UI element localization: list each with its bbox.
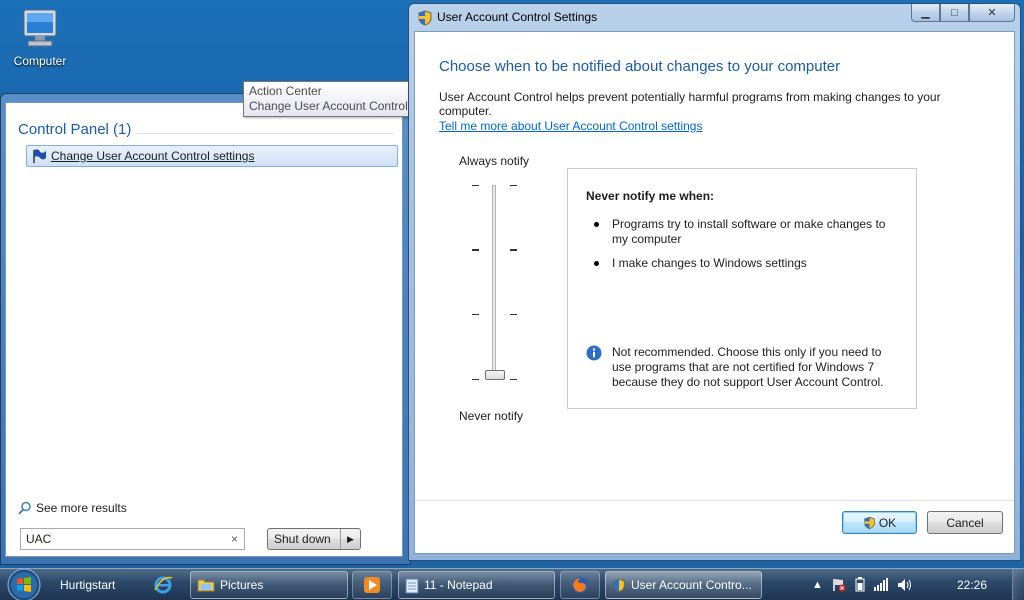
search-result-label: Change User Account Control settings	[51, 149, 255, 163]
start-menu: Control Panel (1) Change User Account Co…	[0, 93, 411, 565]
taskbar-clock[interactable]: 22:26	[957, 578, 987, 592]
shutdown-label: Shut down	[274, 532, 331, 546]
taskbar-item-label: Pictures	[220, 578, 264, 592]
slider-bottom-label: Never notify	[459, 409, 524, 423]
slider-tick-right	[510, 314, 517, 315]
group-header-divider	[136, 133, 394, 134]
flag-icon	[33, 149, 46, 163]
notepad-icon	[405, 578, 419, 593]
uac-settings-window: User Account Control Settings ▁ □ ✕ Choo…	[408, 3, 1021, 561]
list-item: Programs try to install software or make…	[592, 217, 892, 247]
notification-area: ▲	[812, 577, 913, 592]
volume-icon[interactable]	[897, 578, 913, 592]
start-menu-results-pane: Control Panel (1) Change User Account Co…	[5, 102, 403, 557]
slider-tick-left	[472, 249, 479, 251]
slider-tick-left	[472, 314, 479, 315]
window-title: User Account Control Settings	[437, 10, 598, 24]
search-input[interactable]: UAC ×	[20, 528, 245, 550]
slider-tick-right	[510, 249, 517, 251]
show-hidden-icons-chevron-icon[interactable]: ▲	[812, 579, 823, 591]
ok-button[interactable]: OK	[842, 511, 917, 534]
taskbar-firefox[interactable]	[560, 571, 600, 599]
computer-icon	[23, 9, 57, 47]
button-bar-divider	[415, 500, 1014, 501]
clear-search-icon[interactable]: ×	[231, 532, 238, 546]
network-signal-icon[interactable]	[873, 578, 888, 591]
taskbar-item-uac[interactable]: User Account Contro...	[605, 571, 762, 599]
slider-tick-right	[510, 379, 517, 380]
results-group-header: Control Panel (1)	[18, 121, 132, 138]
uac-shield-icon	[418, 10, 432, 26]
uac-shield-icon	[864, 516, 875, 529]
taskbar-item-label: User Account Contro...	[631, 578, 752, 592]
media-player-icon	[364, 577, 380, 593]
minimize-button[interactable]: ▁	[911, 4, 940, 22]
page-heading: Choose when to be notified about changes…	[439, 58, 841, 75]
slider-tick-left	[472, 185, 479, 186]
slider-track	[492, 185, 496, 377]
page-description: User Account Control helps prevent poten…	[439, 90, 941, 118]
close-button[interactable]: ✕	[969, 4, 1015, 22]
maximize-button[interactable]: □	[940, 4, 969, 22]
start-orb-icon[interactable]	[6, 567, 42, 600]
list-item: I make changes to Windows settings	[592, 256, 892, 271]
folder-icon	[197, 579, 215, 592]
firefox-icon	[572, 577, 588, 593]
see-more-label: See more results	[36, 501, 127, 515]
slider-tick-right	[510, 185, 517, 186]
taskbar: Hurtigstart Pictures 11 - Notepad User A…	[0, 568, 1024, 600]
level-description-title: Never notify me when:	[586, 189, 715, 203]
shutdown-button[interactable]: Shut down ▶	[267, 528, 361, 550]
slider-thumb[interactable]	[485, 370, 505, 380]
search-result-item[interactable]: Change User Account Control settings	[26, 145, 398, 167]
action-center-flag-icon[interactable]	[832, 578, 846, 592]
see-more-results-link[interactable]: See more results	[18, 501, 127, 515]
level-description-list: Programs try to install software or make…	[592, 217, 892, 280]
learn-more-link[interactable]: Tell me more about User Account Control …	[439, 119, 702, 133]
recommendation-note-text: Not recommended. Choose this only if you…	[612, 345, 884, 389]
recommendation-note: Not recommended. Choose this only if you…	[586, 345, 906, 390]
window-content: Choose when to be notified about changes…	[414, 31, 1015, 554]
taskbar-item-notepad[interactable]: 11 - Notepad	[398, 571, 555, 599]
level-description-box: Never notify me when: Programs try to in…	[567, 168, 917, 409]
uac-shield-icon	[613, 578, 625, 592]
search-icon	[18, 501, 31, 515]
taskbar-item-label: 11 - Notepad	[424, 578, 493, 592]
cancel-button[interactable]: Cancel	[927, 511, 1003, 534]
quicklaunch-toolbar-label[interactable]: Hurtigstart	[60, 578, 115, 592]
battery-icon[interactable]	[855, 577, 865, 592]
slider-top-label: Always notify	[459, 154, 530, 168]
slider-tick-left	[472, 379, 479, 380]
taskbar-item-pictures[interactable]: Pictures	[190, 571, 348, 599]
internet-explorer-icon[interactable]	[153, 575, 173, 595]
ok-button-label: OK	[878, 515, 897, 530]
search-input-value: UAC	[26, 532, 52, 546]
cancel-button-label: Cancel	[946, 515, 984, 530]
uac-level-slider[interactable]	[465, 180, 525, 390]
window-controls: ▁ □ ✕	[911, 4, 1015, 22]
shutdown-options-arrow-icon[interactable]: ▶	[340, 529, 360, 549]
computer-desktop-icon[interactable]: Computer	[6, 8, 74, 68]
computer-icon-label: Computer	[13, 54, 67, 68]
info-icon	[586, 345, 602, 361]
show-desktop-button[interactable]	[1012, 569, 1024, 600]
taskbar-media-player[interactable]	[352, 571, 392, 599]
